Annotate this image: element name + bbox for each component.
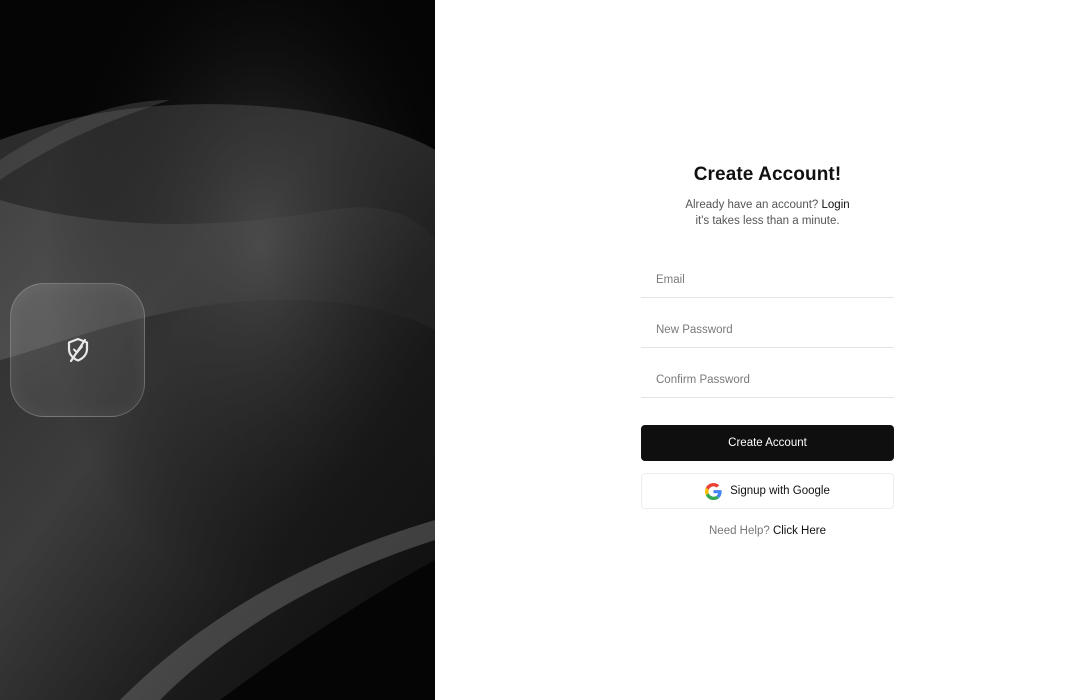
google-icon: [705, 482, 722, 500]
new-password-field-wrapper: [641, 313, 894, 348]
confirm-password-field-wrapper: [641, 363, 894, 398]
help-prefix: Need Help?: [709, 525, 770, 537]
confirm-password-input[interactable]: [641, 363, 894, 397]
help-text: Need Help? Click Here: [641, 525, 894, 537]
page-title: Create Account!: [693, 164, 842, 185]
create-account-button[interactable]: Create Account: [641, 425, 894, 461]
logo-tile: [10, 283, 145, 417]
login-link[interactable]: Login: [822, 199, 850, 211]
new-password-input[interactable]: [641, 313, 894, 347]
google-button-label: Signup with Google: [730, 485, 830, 497]
help-link[interactable]: Click Here: [773, 525, 826, 537]
subtitle-prefix: Already have an account?: [685, 199, 819, 211]
signup-form: Create Account! Already have an account?…: [641, 163, 894, 537]
signup-with-google-button[interactable]: Signup with Google: [641, 473, 894, 509]
subtitle: Already have an account? Login it's take…: [641, 197, 894, 229]
email-field-wrapper: [641, 263, 894, 298]
email-input[interactable]: [641, 263, 894, 297]
signup-panel: Create Account! Already have an account?…: [435, 0, 1084, 700]
hero-image-panel: [0, 0, 435, 700]
shield-slash-icon: [67, 337, 88, 363]
subtitle-line2: it's takes less than a minute.: [695, 215, 840, 227]
